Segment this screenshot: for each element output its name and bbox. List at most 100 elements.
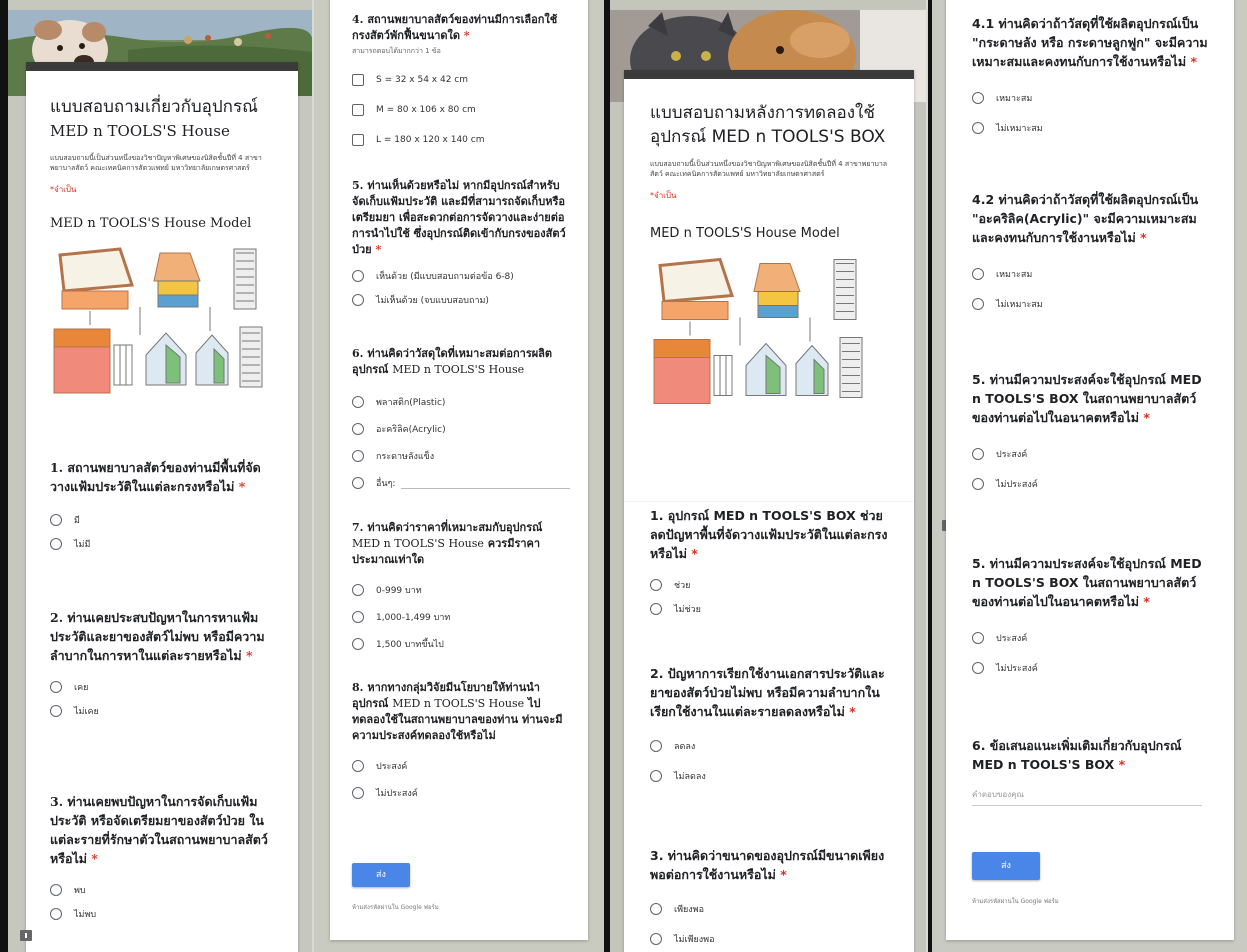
q3-option-yes[interactable]: พบ	[50, 878, 276, 902]
q8-option-no[interactable]: ไม่ประสงค์	[352, 779, 570, 806]
radio-button[interactable]	[352, 583, 364, 596]
form-footer: ห้ามส่งรหัสผ่านใน Google ฟอร์ม	[972, 898, 1059, 905]
q42-option-suitable[interactable]: เหมาะสม	[972, 259, 1212, 289]
option-label: พลาสติก(Plastic)	[376, 397, 446, 408]
required-star: *	[91, 851, 98, 866]
q7-option-1500-plus[interactable]: 1,500 บาทขึ้นไป	[352, 630, 570, 657]
q41-option-suitable[interactable]: เหมาะสม	[972, 83, 1212, 113]
option-label: ไม่ประสงค์	[376, 788, 418, 799]
other-text-input[interactable]	[401, 476, 570, 489]
feedback-icon[interactable]	[20, 930, 32, 941]
left-frame-border	[0, 0, 8, 952]
q7-product-name: MED n TOOLS'S House	[352, 537, 484, 550]
q2-option-no[interactable]: ไม่เคย	[50, 699, 276, 723]
radio-button[interactable]	[50, 681, 62, 693]
radio-button[interactable]	[352, 395, 364, 408]
q5a-label: 5. ท่านมีความประสงค์จะใช้อุปกรณ์ MED n T…	[972, 372, 1202, 425]
q6-option-cardboard[interactable]: กระดาษลังแข็ง	[352, 442, 570, 469]
submit-button[interactable]: ส่ง	[352, 863, 410, 887]
radio-button[interactable]	[650, 740, 662, 752]
q4-option-l[interactable]: L = 180 x 120 x 140 cm	[352, 125, 570, 155]
radio-button[interactable]	[50, 514, 62, 526]
checkbox[interactable]	[352, 74, 364, 86]
radio-button[interactable]	[352, 422, 364, 435]
q2-option-yes[interactable]: เคย	[50, 675, 276, 699]
radio-button[interactable]	[972, 632, 984, 644]
middle-frame-border	[604, 0, 610, 952]
radio-button[interactable]	[50, 908, 62, 920]
option-label: เห็นด้วย (มีแบบสอบถามต่อข้อ 6-8)	[376, 272, 514, 282]
q5a-option-yes[interactable]: ประสงค์	[972, 439, 1212, 469]
q6-option-other[interactable]: อื่นๆ:	[352, 469, 570, 496]
radio-button[interactable]	[972, 268, 984, 280]
question-4-2: 4.2 ท่านคิดว่าถ้าวัสดุที่ใช้ผลิตอุปกรณ์เ…	[972, 190, 1212, 319]
radio-button[interactable]	[972, 92, 984, 104]
radio-button[interactable]	[972, 298, 984, 310]
q1-option-yes[interactable]: มี	[50, 508, 276, 532]
question-4-1: 4.1 ท่านคิดว่าถ้าวัสดุที่ใช้ผลิตอุปกรณ์เ…	[972, 14, 1212, 143]
q42-option-unsuitable[interactable]: ไม่เหมาะสม	[972, 289, 1212, 319]
q2-option-yes[interactable]: ลดลง	[650, 731, 890, 761]
option-label: พบ	[74, 886, 86, 896]
option-label: กระดาษลังแข็ง	[376, 451, 435, 462]
question-2: 2. ปัญหาการเรียกใช้งานเอกสารประวัติและยา…	[650, 664, 890, 791]
radio-button[interactable]	[50, 705, 62, 717]
radio-button[interactable]	[972, 662, 984, 674]
radio-button[interactable]	[650, 933, 662, 945]
q6-option-acrylic[interactable]: อะคริลิค(Acrylic)	[352, 415, 570, 442]
q6-option-plastic[interactable]: พลาสติก(Plastic)	[352, 388, 570, 415]
radio-button[interactable]	[352, 786, 364, 799]
form-footer: ห้ามส่งรหัสผ่านใน Google ฟอร์ม	[352, 904, 439, 911]
option-label: เคย	[74, 683, 89, 693]
option-label: M = 80 x 106 x 80 cm	[376, 105, 476, 115]
q3-option-no[interactable]: ไม่เพียงพอ	[650, 924, 890, 952]
radio-button[interactable]	[972, 448, 984, 460]
q5-option-disagree[interactable]: ไม่เห็นด้วย (จบแบบสอบถาม)	[352, 288, 570, 312]
checkbox[interactable]	[352, 134, 364, 146]
q8-option-yes[interactable]: ประสงค์	[352, 752, 570, 779]
radio-button[interactable]	[352, 610, 364, 623]
q3-option-no[interactable]: ไม่พบ	[50, 902, 276, 926]
house-model-diagram	[50, 245, 274, 409]
q5b-option-yes[interactable]: ประสงค์	[972, 623, 1212, 653]
radio-button[interactable]	[650, 603, 662, 615]
radio-button[interactable]	[352, 637, 364, 650]
radio-button[interactable]	[972, 122, 984, 134]
radio-button[interactable]	[650, 770, 662, 782]
q5a-option-no[interactable]: ไม่ประสงค์	[972, 469, 1212, 499]
q4-option-m[interactable]: M = 80 x 106 x 80 cm	[352, 95, 570, 125]
option-label: ไม่เพียงพอ	[674, 935, 715, 945]
radio-button[interactable]	[972, 478, 984, 490]
option-label: อื่นๆ:	[376, 478, 396, 489]
required-star: *	[375, 243, 382, 256]
q5-option-agree[interactable]: เห็นด้วย (มีแบบสอบถามต่อข้อ 6-8)	[352, 264, 570, 288]
option-label: ไม่มี	[74, 540, 91, 550]
q4-option-s[interactable]: S = 32 x 54 x 42 cm	[352, 65, 570, 95]
question-1: 1. สถานพยาบาลสัตว์ของท่านมีพื้นที่จัดวาง…	[50, 458, 276, 556]
radio-button[interactable]	[352, 476, 364, 489]
q2-option-no[interactable]: ไม่ลดลง	[650, 761, 890, 791]
q42-label: 4.2 ท่านคิดว่าถ้าวัสดุที่ใช้ผลิตอุปกรณ์เ…	[972, 192, 1199, 245]
q3-option-yes[interactable]: เพียงพอ	[650, 894, 890, 924]
q7-label: 7. ท่านคิดว่าราคาที่เหมาะสมกับอุปกรณ์	[352, 521, 543, 534]
q4-label: 4. สถานพยาบาลสัตว์ของท่านมีการเลือกใช้กร…	[352, 13, 558, 42]
q7-option-0-999[interactable]: 0-999 บาท	[352, 576, 570, 603]
checkbox[interactable]	[352, 104, 364, 116]
q5b-option-no[interactable]: ไม่ประสงค์	[972, 653, 1212, 683]
suggestion-input[interactable]: คำตอบของคุณ	[972, 788, 1202, 806]
radio-button[interactable]	[650, 903, 662, 915]
radio-button[interactable]	[650, 579, 662, 591]
radio-button[interactable]	[352, 449, 364, 462]
q7-option-1000-1499[interactable]: 1,000-1,499 บาท	[352, 603, 570, 630]
radio-button[interactable]	[352, 759, 364, 772]
q1-option-yes[interactable]: ช่วย	[650, 573, 890, 597]
radio-button[interactable]	[50, 884, 62, 896]
submit-button[interactable]: ส่ง	[972, 852, 1040, 880]
radio-button[interactable]	[50, 538, 62, 550]
q1-option-no[interactable]: ไม่มี	[50, 532, 276, 556]
radio-button[interactable]	[352, 270, 364, 282]
radio-button[interactable]	[352, 294, 364, 306]
q1-option-no[interactable]: ไม่ช่วย	[650, 597, 890, 621]
required-star: *	[1140, 230, 1147, 245]
q41-option-unsuitable[interactable]: ไม่เหมาะสม	[972, 113, 1212, 143]
